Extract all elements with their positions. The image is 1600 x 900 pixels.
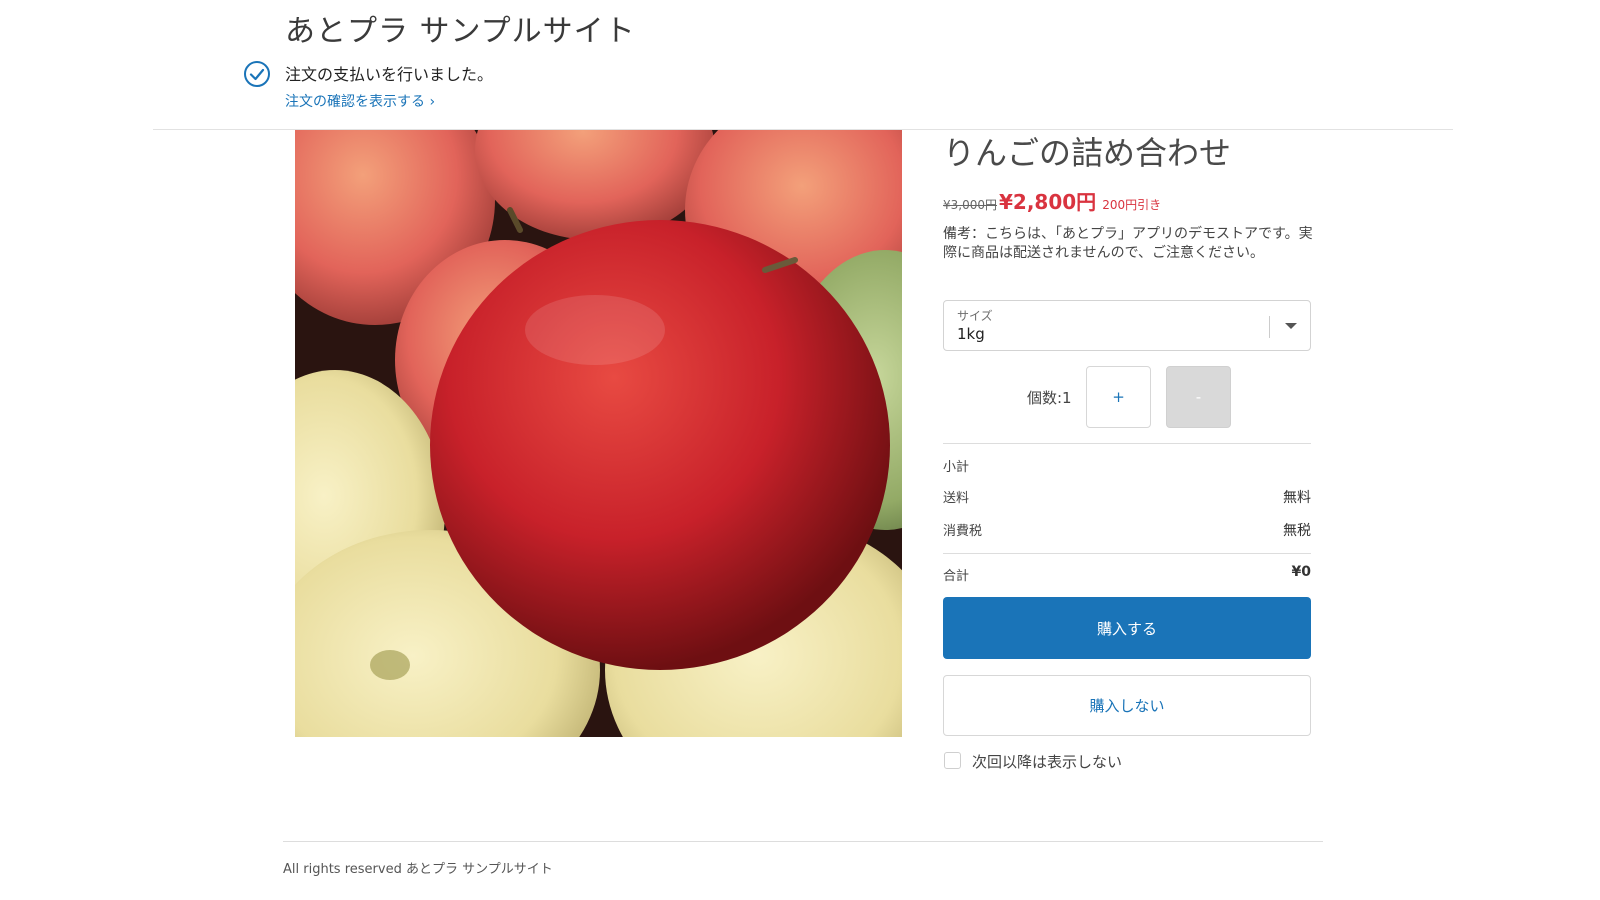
product-title: りんごの詰め合わせ [943, 134, 1232, 172]
select-divider [1269, 316, 1270, 338]
site-title: あとプラ サンプルサイト [285, 14, 636, 49]
total-label: 合計 [943, 569, 970, 584]
subtotal-label: 小計 [943, 460, 970, 475]
tax-value: 無税 [1283, 523, 1311, 539]
shipping-value: 無料 [1283, 490, 1311, 506]
size-select[interactable]: サイズ 1kg [943, 300, 1311, 351]
dont-buy-button[interactable]: 購入しない [943, 675, 1311, 736]
price-current: ¥2,800円 [999, 190, 1097, 214]
check-circle-icon [244, 61, 270, 87]
size-select-value: 1kg [957, 325, 985, 343]
product-note: 備考：こちらは、「あとプラ」アプリのデモストアです。実際に商品は配送されませんの… [943, 226, 1313, 261]
product-image [295, 130, 902, 737]
footer-copyright: All rights reserved あとプラ サンプルサイト [283, 862, 553, 877]
chevron-down-icon[interactable] [1285, 323, 1297, 329]
dont-show-again-checkbox[interactable] [944, 752, 961, 769]
view-order-link[interactable]: 注文の確認を表示する › [285, 91, 435, 111]
price-row: ¥3,000円 ¥2,800円 200円引き [943, 186, 1161, 215]
summary-divider-bottom [943, 553, 1311, 554]
dont-show-again-label[interactable]: 次回以降は表示しない [972, 751, 1122, 772]
price-original: ¥3,000円 [943, 198, 997, 212]
buy-button[interactable]: 購入する [943, 597, 1311, 659]
tax-label: 消費税 [943, 524, 983, 539]
size-select-label: サイズ [957, 309, 993, 323]
footer-divider [283, 841, 1323, 842]
total-value: ¥0 [1291, 564, 1311, 580]
price-discount-badge: 200円引き [1102, 198, 1162, 212]
quantity-label: 個数:1 [1027, 389, 1072, 407]
shipping-label: 送料 [943, 491, 970, 506]
quantity-increase-button[interactable]: + [1086, 366, 1151, 428]
payment-status-message: 注文の支払いを行いました。 [285, 65, 494, 84]
summary-divider-top [943, 443, 1311, 444]
quantity-decrease-button[interactable]: - [1166, 366, 1231, 428]
